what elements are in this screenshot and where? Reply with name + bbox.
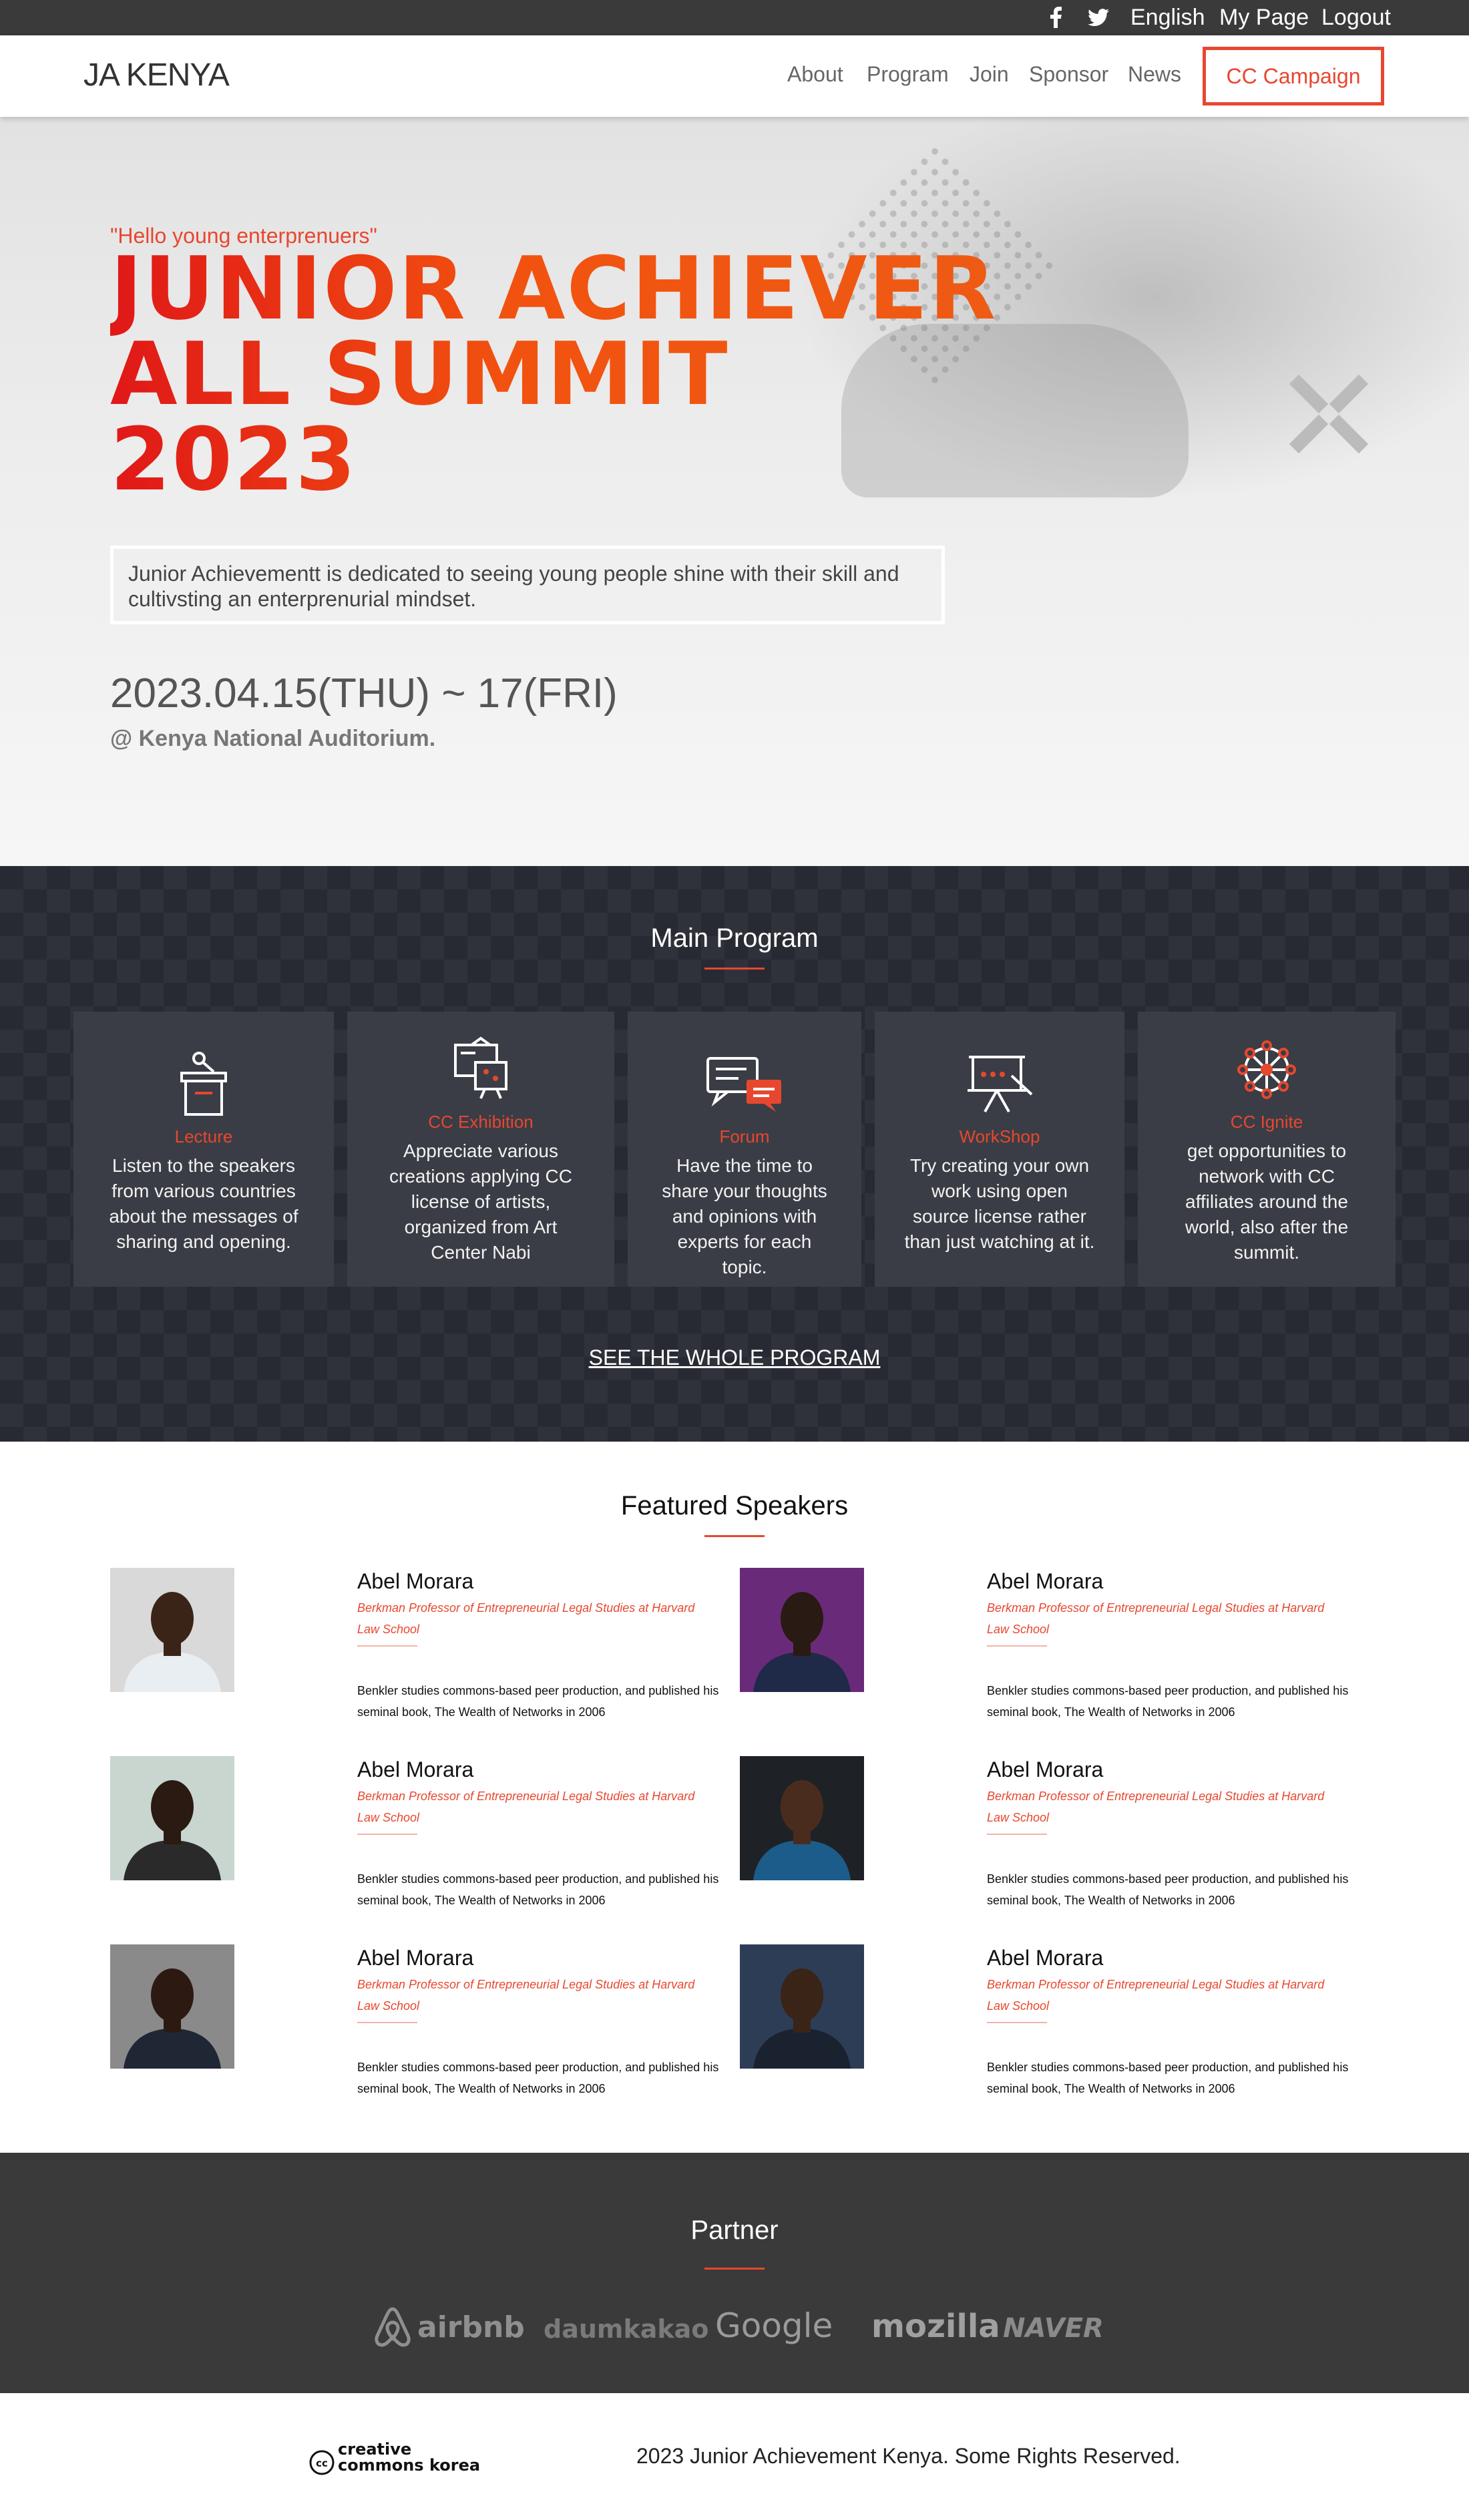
- speaker-photo[interactable]: [110, 1756, 234, 1880]
- network-icon: [1237, 1040, 1296, 1099]
- partner-logo-google[interactable]: Google: [715, 2306, 833, 2345]
- event-venue: @ Kenya National Auditorium.: [110, 726, 436, 751]
- card-title: CC Ignite: [1230, 1112, 1303, 1132]
- speaker-photo[interactable]: [110, 1944, 234, 2069]
- cc-icon: cc: [309, 2450, 335, 2475]
- site-footer: cc creative commons korea 2023 Junior Ac…: [0, 2393, 1469, 2520]
- whiteboard-icon: [968, 1056, 1033, 1112]
- speaker-name: Abel Morara: [987, 1946, 1104, 1970]
- speaker-name: Abel Morara: [987, 1569, 1104, 1593]
- card-title: Lecture: [174, 1126, 233, 1146]
- nav-sponsor[interactable]: Sponsor: [1029, 61, 1108, 87]
- hero-title: JUNIOR ACHIEVER ALL SUMMIT 2023: [110, 246, 997, 502]
- speaker-role: Berkman Professor of Entrepreneurial Leg…: [987, 1978, 1325, 2013]
- section-underline: [704, 968, 765, 970]
- partner-section: Partner airbnb daumkakao Google mozilla …: [0, 2153, 1469, 2393]
- speaker-bio: Benkler studies commons-based peer produ…: [357, 2061, 719, 2095]
- card-text: Listen to the speakers from various coun…: [109, 1155, 298, 1252]
- decorative-x-icon: [1289, 374, 1369, 454]
- top-utility-bar: English My Page Logout: [0, 0, 1469, 35]
- speaker-role: Berkman Professor of Entrepreneurial Leg…: [357, 1790, 695, 1824]
- speaker-bio: Benkler studies commons-based peer produ…: [987, 1872, 1349, 1907]
- language-link[interactable]: English: [1130, 3, 1205, 32]
- section-underline: [704, 2268, 765, 2270]
- section-underline: [704, 1535, 765, 1537]
- speaker-photo[interactable]: [740, 1944, 864, 2069]
- hero-title-line-3: 2023: [110, 409, 357, 510]
- facebook-icon[interactable]: [1046, 5, 1066, 29]
- section-title: Featured Speakers: [620, 1491, 849, 1520]
- creative-commons-korea-logo[interactable]: cc creative commons korea: [308, 2441, 495, 2481]
- card-title: Forum: [719, 1126, 770, 1146]
- speaker-photo[interactable]: [740, 1756, 864, 1880]
- program-card-cc-exhibition[interactable]: CC Exhibition Appreciate various creatio…: [347, 1012, 614, 1287]
- my-page-link[interactable]: My Page: [1219, 3, 1309, 32]
- hero-banner: "Hello young enterprenuers" JUNIOR ACHIE…: [0, 117, 1469, 866]
- speaker-bio: Benkler studies commons-based peer produ…: [987, 2061, 1349, 2095]
- speaker-name: Abel Morara: [357, 1946, 474, 1970]
- chat-bubbles-icon: [706, 1057, 781, 1112]
- podium-icon: [180, 1052, 227, 1116]
- partner-logo-airbnb[interactable]: airbnb: [417, 2310, 525, 2344]
- card-text: get opportunities to network with CC aff…: [1185, 1140, 1349, 1263]
- speaker-name: Abel Morara: [357, 1569, 474, 1593]
- program-card-forum[interactable]: Forum Have the time to share your though…: [628, 1012, 861, 1287]
- cc-logo-text: creative commons korea: [338, 2440, 481, 2475]
- partner-logo-mozilla[interactable]: mozilla: [871, 2308, 1000, 2345]
- speaker-role: Berkman Professor of Entrepreneurial Leg…: [987, 1601, 1325, 1636]
- hero-title-line-1: JUNIOR ACHIEVER: [110, 238, 998, 339]
- logout-link[interactable]: Logout: [1321, 3, 1391, 32]
- partner-logo-naver[interactable]: NAVER: [1003, 2313, 1104, 2344]
- copyright-text: 2023 Junior Achievement Kenya. Some Righ…: [636, 2444, 1181, 2468]
- program-card-lecture[interactable]: Lecture Listen to the speakers from vari…: [73, 1012, 334, 1287]
- program-card-workshop[interactable]: WorkShop Try creating your own work usin…: [875, 1012, 1124, 1287]
- featured-speakers-section: Featured Speakers Abel Morara Berkman Pro…: [0, 1442, 1469, 2153]
- speaker-bio: Benkler studies commons-based peer produ…: [987, 1684, 1349, 1719]
- site-logo[interactable]: JA KENYA: [83, 57, 230, 93]
- speaker-divider: [987, 1834, 1047, 1835]
- main-program-section: Main Program Lecture Listen to the speak…: [0, 866, 1469, 1442]
- cc-campaign-button[interactable]: CC Campaign: [1203, 47, 1384, 106]
- speaker-divider: [987, 1645, 1047, 1647]
- speaker-bio: Benkler studies commons-based peer produ…: [357, 1684, 719, 1719]
- card-text: Appreciate various creations applying CC…: [389, 1140, 572, 1263]
- hero-title-line-2: ALL SUMMIT: [110, 323, 729, 425]
- speaker-divider: [357, 1834, 417, 1835]
- main-navbar: JA KENYA About Program Join Sponsor News…: [0, 35, 1469, 117]
- section-title: Main Program: [650, 923, 819, 953]
- speaker-photo[interactable]: [740, 1568, 864, 1692]
- speaker-divider: [357, 1645, 417, 1647]
- card-title: CC Exhibition: [428, 1112, 534, 1132]
- card-text: Have the time to share your thoughts and…: [662, 1155, 827, 1277]
- speaker-role: Berkman Professor of Entrepreneurial Leg…: [987, 1790, 1325, 1824]
- partner-logo-daumkakao[interactable]: daumkakao: [544, 2314, 708, 2344]
- speaker-divider: [357, 2022, 417, 2023]
- nav-about[interactable]: About: [787, 61, 843, 87]
- exhibition-icon: [454, 1036, 507, 1099]
- program-card-cc-ignite[interactable]: CC Ignite get opportunities to network w…: [1138, 1012, 1396, 1287]
- speaker-name: Abel Morara: [357, 1757, 474, 1781]
- svg-text:cc: cc: [316, 2457, 328, 2469]
- card-text: Try creating your own work using open so…: [904, 1155, 1095, 1252]
- card-title: WorkShop: [959, 1126, 1040, 1146]
- section-title: Partner: [690, 2216, 779, 2245]
- speaker-name: Abel Morara: [987, 1757, 1104, 1781]
- speaker-role: Berkman Professor of Entrepreneurial Leg…: [357, 1978, 695, 2013]
- event-dates: 2023.04.15(THU) ~ 17(FRI): [110, 670, 618, 716]
- hero-description: Junior Achievementt is dedicated to seei…: [110, 546, 945, 624]
- nav-news[interactable]: News: [1128, 61, 1181, 87]
- speaker-divider: [987, 2022, 1047, 2023]
- nav-program[interactable]: Program: [867, 61, 949, 87]
- nav-join[interactable]: Join: [970, 61, 1009, 87]
- speaker-role: Berkman Professor of Entrepreneurial Leg…: [357, 1601, 695, 1636]
- speaker-bio: Benkler studies commons-based peer produ…: [357, 1872, 719, 1907]
- airbnb-logo-icon: [375, 2307, 411, 2347]
- twitter-icon[interactable]: [1087, 7, 1110, 28]
- see-whole-program-link[interactable]: SEE THE WHOLE PROGRAM: [0, 1345, 1469, 1370]
- speaker-photo[interactable]: [110, 1568, 234, 1692]
